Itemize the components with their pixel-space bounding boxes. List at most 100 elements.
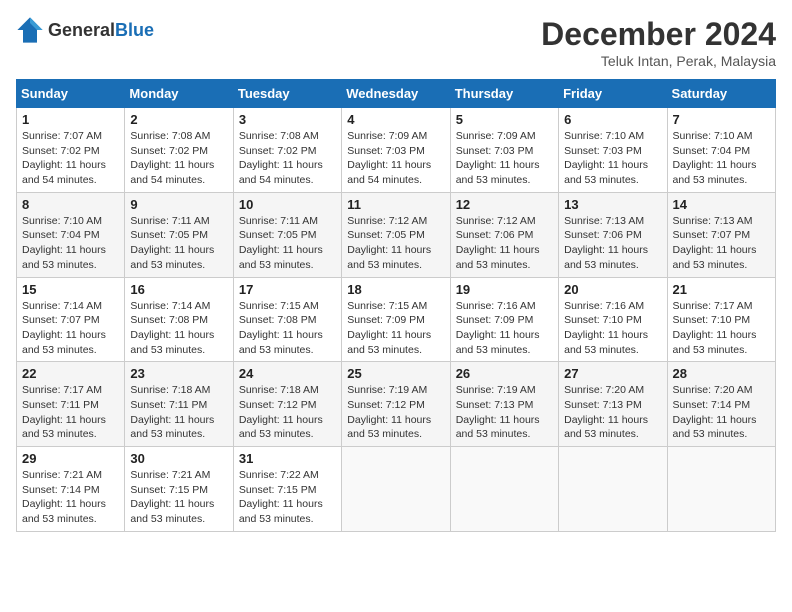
day-number: 14 (673, 197, 770, 212)
day-number: 23 (130, 366, 227, 381)
logo-icon (16, 16, 44, 44)
calendar-cell: 23Sunrise: 7:18 AM Sunset: 7:11 PM Dayli… (125, 362, 233, 447)
day-number: 9 (130, 197, 227, 212)
page-header: GeneralBlue December 2024 Teluk Intan, P… (16, 16, 776, 69)
calendar-cell: 28 Sunrise: 7:20 AM Sunset: 7:14 PM Dayli… (667, 362, 775, 447)
calendar-cell: 7 Sunrise: 7:10 AM Sunset: 7:04 PM Daylig… (667, 108, 775, 193)
calendar-cell: 5 Sunrise: 7:09 AM Sunset: 7:03 PM Daylig… (450, 108, 558, 193)
day-detail: Sunrise: 7:20 AM Sunset: 7:13 PM Dayligh… (564, 383, 661, 442)
day-number: 11 (347, 197, 444, 212)
calendar-week-2: 8 Sunrise: 7:10 AM Sunset: 7:04 PM Daylig… (17, 192, 776, 277)
calendar-week-4: 22 Sunrise: 7:17 AM Sunset: 7:11 PM Dayli… (17, 362, 776, 447)
day-detail: Sunrise: 7:12 AM Sunset: 7:06 PM Dayligh… (456, 214, 553, 273)
calendar-body: 1 Sunrise: 7:07 AM Sunset: 7:02 PM Daylig… (17, 108, 776, 532)
calendar-cell: 8 Sunrise: 7:10 AM Sunset: 7:04 PM Daylig… (17, 192, 125, 277)
day-detail: Sunrise: 7:11 AM Sunset: 7:05 PM Dayligh… (239, 214, 336, 273)
day-detail: Sunrise: 7:14 AM Sunset: 7:08 PM Dayligh… (130, 299, 227, 358)
day-detail: Sunrise: 7:08 AM Sunset: 7:02 PM Dayligh… (130, 129, 227, 188)
day-detail: Sunrise: 7:12 AM Sunset: 7:05 PM Dayligh… (347, 214, 444, 273)
day-detail: Sunrise: 7:21 AM Sunset: 7:15 PM Dayligh… (130, 468, 227, 527)
calendar-header-thursday: Thursday (450, 80, 558, 108)
calendar-cell: 17Sunrise: 7:15 AM Sunset: 7:08 PM Dayli… (233, 277, 341, 362)
calendar-cell: 21Sunrise: 7:17 AM Sunset: 7:10 PM Dayli… (667, 277, 775, 362)
calendar-cell: 22 Sunrise: 7:17 AM Sunset: 7:11 PM Dayli… (17, 362, 125, 447)
calendar-cell: 11 Sunrise: 7:12 AM Sunset: 7:05 PM Dayli… (342, 192, 450, 277)
day-detail: Sunrise: 7:09 AM Sunset: 7:03 PM Dayligh… (456, 129, 553, 188)
day-number: 25 (347, 366, 444, 381)
day-number: 29 (22, 451, 119, 466)
day-detail: Sunrise: 7:10 AM Sunset: 7:04 PM Dayligh… (22, 214, 119, 273)
day-number: 12 (456, 197, 553, 212)
day-number: 7 (673, 112, 770, 127)
calendar-cell: 20 Sunrise: 7:16 AM Sunset: 7:10 PM Dayli… (559, 277, 667, 362)
calendar-cell: 3 Sunrise: 7:08 AM Sunset: 7:02 PM Daylig… (233, 108, 341, 193)
day-detail: Sunrise: 7:10 AM Sunset: 7:03 PM Dayligh… (564, 129, 661, 188)
calendar-cell: 16 Sunrise: 7:14 AM Sunset: 7:08 PM Dayli… (125, 277, 233, 362)
day-number: 2 (130, 112, 227, 127)
location: Teluk Intan, Perak, Malaysia (541, 53, 776, 69)
day-number: 31 (239, 451, 336, 466)
day-number: 3 (239, 112, 336, 127)
day-detail: Sunrise: 7:17 AM Sunset: 7:11 PM Dayligh… (22, 383, 119, 442)
day-detail: Sunrise: 7:17 AM Sunset: 7:10 PM Dayligh… (673, 299, 770, 358)
calendar-cell: 25Sunrise: 7:19 AM Sunset: 7:12 PM Dayli… (342, 362, 450, 447)
day-detail: Sunrise: 7:15 AM Sunset: 7:09 PM Dayligh… (347, 299, 444, 358)
day-detail: Sunrise: 7:07 AM Sunset: 7:02 PM Dayligh… (22, 129, 119, 188)
calendar-week-5: 29Sunrise: 7:21 AM Sunset: 7:14 PM Dayli… (17, 447, 776, 532)
day-number: 22 (22, 366, 119, 381)
day-detail: Sunrise: 7:10 AM Sunset: 7:04 PM Dayligh… (673, 129, 770, 188)
calendar-cell: 12 Sunrise: 7:12 AM Sunset: 7:06 PM Dayli… (450, 192, 558, 277)
calendar-cell: 30 Sunrise: 7:21 AM Sunset: 7:15 PM Dayli… (125, 447, 233, 532)
calendar-header-sunday: Sunday (17, 80, 125, 108)
logo-general: General (48, 20, 115, 40)
calendar-cell: 18 Sunrise: 7:15 AM Sunset: 7:09 PM Dayli… (342, 277, 450, 362)
calendar-header-row: SundayMondayTuesdayWednesdayThursdayFrid… (17, 80, 776, 108)
day-number: 16 (130, 282, 227, 297)
day-detail: Sunrise: 7:09 AM Sunset: 7:03 PM Dayligh… (347, 129, 444, 188)
day-detail: Sunrise: 7:11 AM Sunset: 7:05 PM Dayligh… (130, 214, 227, 273)
calendar-week-3: 15 Sunrise: 7:14 AM Sunset: 7:07 PM Dayli… (17, 277, 776, 362)
day-detail: Sunrise: 7:13 AM Sunset: 7:06 PM Dayligh… (564, 214, 661, 273)
day-number: 6 (564, 112, 661, 127)
calendar-table: SundayMondayTuesdayWednesdayThursdayFrid… (16, 79, 776, 532)
calendar-cell: 15 Sunrise: 7:14 AM Sunset: 7:07 PM Dayli… (17, 277, 125, 362)
calendar-cell: 31 Sunrise: 7:22 AM Sunset: 7:15 PM Dayli… (233, 447, 341, 532)
day-number: 8 (22, 197, 119, 212)
title-block: December 2024 Teluk Intan, Perak, Malays… (541, 16, 776, 69)
day-number: 13 (564, 197, 661, 212)
calendar-cell (342, 447, 450, 532)
calendar-header-friday: Friday (559, 80, 667, 108)
day-number: 24 (239, 366, 336, 381)
day-detail: Sunrise: 7:19 AM Sunset: 7:13 PM Dayligh… (456, 383, 553, 442)
day-detail: Sunrise: 7:22 AM Sunset: 7:15 PM Dayligh… (239, 468, 336, 527)
day-detail: Sunrise: 7:13 AM Sunset: 7:07 PM Dayligh… (673, 214, 770, 273)
calendar-cell: 26Sunrise: 7:19 AM Sunset: 7:13 PM Dayli… (450, 362, 558, 447)
day-detail: Sunrise: 7:08 AM Sunset: 7:02 PM Dayligh… (239, 129, 336, 188)
day-number: 10 (239, 197, 336, 212)
day-number: 28 (673, 366, 770, 381)
day-number: 18 (347, 282, 444, 297)
month-year: December 2024 (541, 16, 776, 53)
logo-text: GeneralBlue (48, 20, 154, 41)
calendar-cell: 1 Sunrise: 7:07 AM Sunset: 7:02 PM Daylig… (17, 108, 125, 193)
calendar-header-saturday: Saturday (667, 80, 775, 108)
calendar-cell: 6 Sunrise: 7:10 AM Sunset: 7:03 PM Daylig… (559, 108, 667, 193)
day-number: 4 (347, 112, 444, 127)
calendar-cell (450, 447, 558, 532)
day-detail: Sunrise: 7:14 AM Sunset: 7:07 PM Dayligh… (22, 299, 119, 358)
calendar-cell: 13 Sunrise: 7:13 AM Sunset: 7:06 PM Dayli… (559, 192, 667, 277)
day-number: 15 (22, 282, 119, 297)
calendar-cell: 14 Sunrise: 7:13 AM Sunset: 7:07 PM Dayli… (667, 192, 775, 277)
day-number: 27 (564, 366, 661, 381)
day-number: 1 (22, 112, 119, 127)
calendar-cell: 2 Sunrise: 7:08 AM Sunset: 7:02 PM Daylig… (125, 108, 233, 193)
day-detail: Sunrise: 7:20 AM Sunset: 7:14 PM Dayligh… (673, 383, 770, 442)
day-number: 30 (130, 451, 227, 466)
calendar-cell (667, 447, 775, 532)
day-detail: Sunrise: 7:18 AM Sunset: 7:12 PM Dayligh… (239, 383, 336, 442)
logo-blue: Blue (115, 20, 154, 40)
day-detail: Sunrise: 7:16 AM Sunset: 7:10 PM Dayligh… (564, 299, 661, 358)
day-number: 20 (564, 282, 661, 297)
calendar-cell: 4 Sunrise: 7:09 AM Sunset: 7:03 PM Daylig… (342, 108, 450, 193)
day-number: 5 (456, 112, 553, 127)
